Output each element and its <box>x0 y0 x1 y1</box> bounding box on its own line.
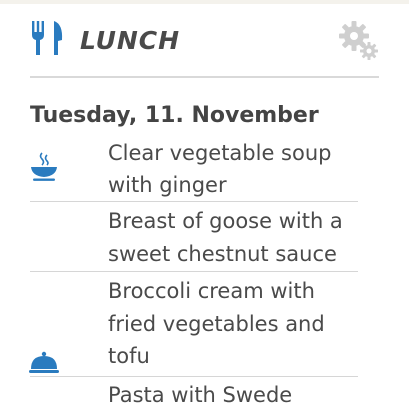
menu-divider <box>30 271 358 272</box>
lunch-menu-widget: LUNCH Tuesday, 11. November Clear vegeta… <box>0 0 409 407</box>
dish-line: Broccoli cream with <box>108 279 315 303</box>
dish-line: Pasta with Swede <box>108 383 293 407</box>
dish-line: with ginger <box>108 173 227 197</box>
widget-title: LUNCH <box>80 26 181 55</box>
soup-bowl-icon <box>31 152 57 181</box>
header-divider <box>30 76 379 78</box>
serving-cloche-icon <box>29 351 59 373</box>
dish-line: fried vegetables and <box>108 312 325 336</box>
widget-header: LUNCH <box>0 0 409 78</box>
cutlery-icon <box>32 21 63 55</box>
gear-icon[interactable] <box>336 18 380 62</box>
day-heading: Tuesday, 11. November <box>30 103 319 128</box>
menu-divider <box>30 201 358 202</box>
dish-line: Clear vegetable soup <box>108 141 332 165</box>
dish-line: sweet chestnut sauce <box>108 242 337 266</box>
menu-divider <box>30 376 358 377</box>
dish-line: Breast of goose with a <box>108 209 343 233</box>
dish-line: tofu <box>108 344 150 368</box>
